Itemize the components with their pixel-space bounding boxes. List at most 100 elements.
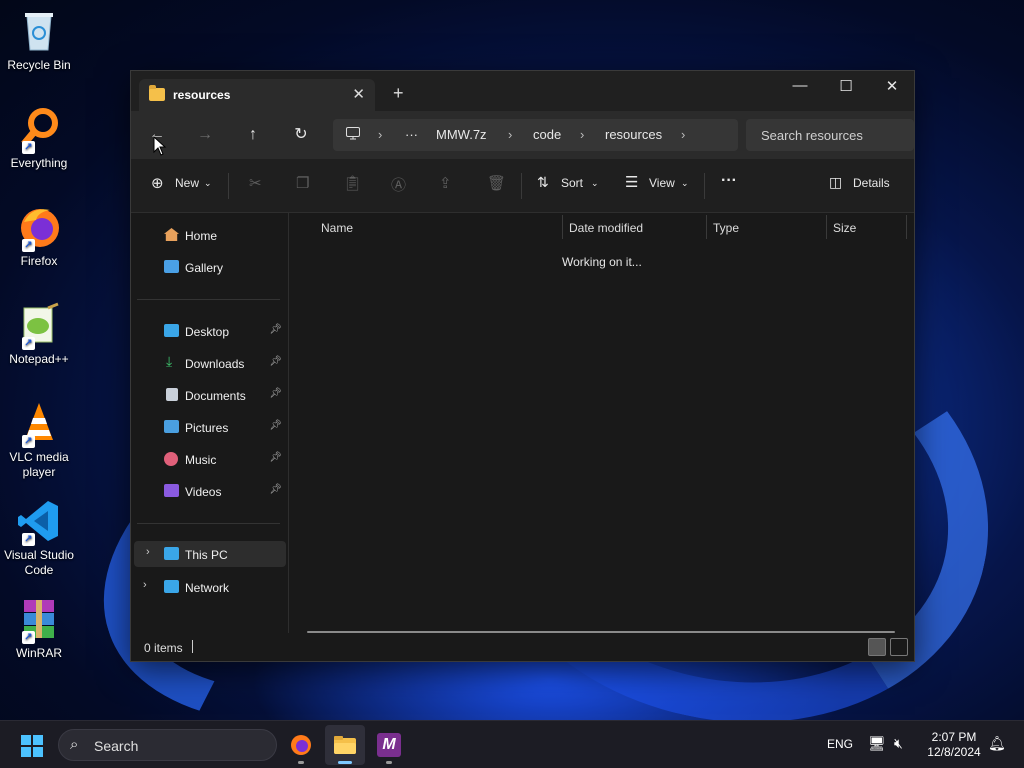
sort-button[interactable]: Sort xyxy=(561,176,583,190)
column-header-date-modified[interactable]: Date modified xyxy=(569,221,643,235)
chevron-down-icon: ⌄ xyxy=(681,178,689,188)
tab-resources[interactable]: resources ✕ xyxy=(139,79,375,111)
chevron-right-icon[interactable]: › xyxy=(146,546,150,558)
more-options-button[interactable]: ··· xyxy=(721,172,737,190)
desktop-icon-vlc[interactable]: ↗ VLC media player xyxy=(4,400,74,480)
breadcrumb[interactable]: › ··· MMW.7z › code › resources › xyxy=(333,119,738,151)
breadcrumb-more-button[interactable]: ··· xyxy=(405,127,418,142)
search-input[interactable]: Search resources xyxy=(746,119,914,151)
column-divider[interactable] xyxy=(906,215,907,239)
chevron-down-icon: ⌄ xyxy=(591,178,599,188)
up-button[interactable]: ↑ xyxy=(240,123,266,147)
notification-bell-icon[interactable]: 🔔︎ xyxy=(988,735,1006,752)
winrar-books-icon: ↗ xyxy=(16,596,62,644)
sidebar-item-network[interactable]: › Network xyxy=(131,574,287,600)
desktop-icon-notepadpp[interactable]: ↗ Notepad++ xyxy=(4,302,74,367)
details-view-icon[interactable] xyxy=(868,638,886,656)
sidebar-item-this-pc[interactable]: › This PC xyxy=(134,541,286,567)
desktop-icon-recycle-bin[interactable]: Recycle Bin xyxy=(4,8,74,73)
column-divider[interactable] xyxy=(706,215,707,239)
new-button[interactable]: New xyxy=(175,176,199,190)
desktop-icon-label: Visual Studio Code xyxy=(4,548,74,577)
picture-icon xyxy=(164,420,179,433)
firefox-icon xyxy=(291,735,311,755)
clock[interactable]: 2:07 PM 12/8/2024 xyxy=(920,730,988,760)
copy-icon[interactable]: ❐ xyxy=(296,174,309,192)
sidebar-item-home[interactable]: Home xyxy=(131,222,287,248)
network-status-icon[interactable]: 🖥︎ xyxy=(868,735,886,752)
sidebar-item-desktop[interactable]: Desktop 📌︎ xyxy=(131,318,287,344)
forward-button[interactable]: → xyxy=(192,123,218,147)
divider xyxy=(228,173,229,199)
taskbar-firefox[interactable] xyxy=(281,725,321,765)
paste-icon[interactable]: 📋︎ xyxy=(343,174,362,192)
breadcrumb-item[interactable]: resources xyxy=(605,127,662,142)
rename-icon[interactable]: Ⓐ xyxy=(391,174,406,195)
taskbar-search[interactable]: ⌕ Search xyxy=(58,729,277,761)
language-indicator[interactable]: ENG xyxy=(827,737,853,751)
refresh-button[interactable]: ↻ xyxy=(288,123,314,147)
taskbar-app-m[interactable]: M xyxy=(369,725,409,765)
sidebar-item-videos[interactable]: Videos 📌︎ xyxy=(131,478,287,504)
desktop-icon-firefox[interactable]: ↗ Firefox xyxy=(4,204,74,269)
folder-icon xyxy=(149,85,165,101)
column-divider[interactable] xyxy=(562,215,563,239)
tab-title: resources xyxy=(173,88,231,102)
sidebar-item-downloads[interactable]: ⤓ Downloads 📌︎ xyxy=(131,350,287,376)
volume-muted-icon[interactable]: 🔇︎ xyxy=(894,735,903,752)
chevron-right-icon[interactable]: › xyxy=(143,579,147,591)
desktop-icon-label: Notepad++ xyxy=(9,352,69,366)
m-app-icon: M xyxy=(377,733,401,757)
column-header-name[interactable]: Name xyxy=(321,221,353,235)
column-divider[interactable] xyxy=(826,215,827,239)
tab-close-button[interactable]: ✕ xyxy=(352,85,365,103)
shortcut-arrow-icon: ↗ xyxy=(22,337,35,350)
network-icon xyxy=(164,580,179,593)
home-icon xyxy=(164,228,179,241)
column-header-type[interactable]: Type xyxy=(713,221,739,235)
vscode-icon: ↗ xyxy=(16,498,62,546)
sidebar-item-documents[interactable]: Documents 📌︎ xyxy=(131,382,287,408)
pin-icon: 📌︎ xyxy=(269,324,282,335)
maximize-button[interactable]: ☐ xyxy=(823,77,869,95)
desktop-icon-everything[interactable]: ↗ Everything xyxy=(4,106,74,171)
tab-bar: resources ✕ + — ☐ ✕ xyxy=(131,71,914,111)
start-button[interactable] xyxy=(21,735,43,757)
windows-logo-icon xyxy=(21,735,31,745)
download-icon: ⤓ xyxy=(166,353,173,369)
sidebar-item-gallery[interactable]: Gallery xyxy=(131,254,287,280)
chevron-right-icon: › xyxy=(681,127,686,142)
tiles-view-icon[interactable] xyxy=(890,638,908,656)
shortcut-arrow-icon: ↗ xyxy=(22,239,35,252)
shortcut-arrow-icon: ↗ xyxy=(22,631,35,644)
taskbar-file-explorer[interactable] xyxy=(325,725,365,765)
breadcrumb-item[interactable]: code xyxy=(533,127,561,142)
desktop-icon-winrar[interactable]: ↗ WinRAR xyxy=(4,596,74,661)
delete-icon[interactable]: 🗑︎ xyxy=(487,174,506,192)
shortcut-arrow-icon: ↗ xyxy=(22,141,35,154)
desktop-icon-vscode[interactable]: ↗ Visual Studio Code xyxy=(4,498,74,578)
chevron-right-icon: › xyxy=(580,127,585,142)
pin-icon: 📌︎ xyxy=(269,388,282,399)
desktop-icon-label: WinRAR xyxy=(15,646,62,660)
gallery-icon xyxy=(164,260,179,273)
minimize-button[interactable]: — xyxy=(777,77,823,94)
taskbar: ⌕ Search M ENG 🖥︎ 🔇︎ 2:07 PM 12/8/2024 🔔… xyxy=(0,720,1024,768)
file-explorer-window: resources ✕ + — ☐ ✕ ← → ↑ ↻ › ··· MMW.7z… xyxy=(130,70,915,662)
close-button[interactable]: ✕ xyxy=(869,77,915,95)
new-tab-button[interactable]: + xyxy=(393,83,404,104)
sidebar-item-music[interactable]: Music 📌︎ xyxy=(131,446,287,472)
notepadpp-icon: ↗ xyxy=(16,302,62,350)
column-header-size[interactable]: Size xyxy=(833,221,856,235)
shortcut-arrow-icon: ↗ xyxy=(22,435,35,448)
sidebar-item-pictures[interactable]: Pictures 📌︎ xyxy=(131,414,287,440)
share-icon[interactable]: ⇪ xyxy=(439,174,452,192)
firefox-icon: ↗ xyxy=(16,204,62,252)
breadcrumb-item[interactable]: MMW.7z xyxy=(436,127,487,142)
view-button[interactable]: View xyxy=(649,176,675,190)
cut-icon[interactable]: ✂ xyxy=(249,174,262,192)
command-bar: ⊕ New ⌄ ✂ ❐ 📋︎ Ⓐ ⇪ 🗑︎ ⇅ Sort ⌄ ☰ View ⌄ … xyxy=(131,159,914,213)
shortcut-arrow-icon: ↗ xyxy=(22,533,35,546)
details-button[interactable]: Details xyxy=(853,176,890,190)
address-bar-row: ← → ↑ ↻ › ··· MMW.7z › code › resources … xyxy=(131,111,914,159)
